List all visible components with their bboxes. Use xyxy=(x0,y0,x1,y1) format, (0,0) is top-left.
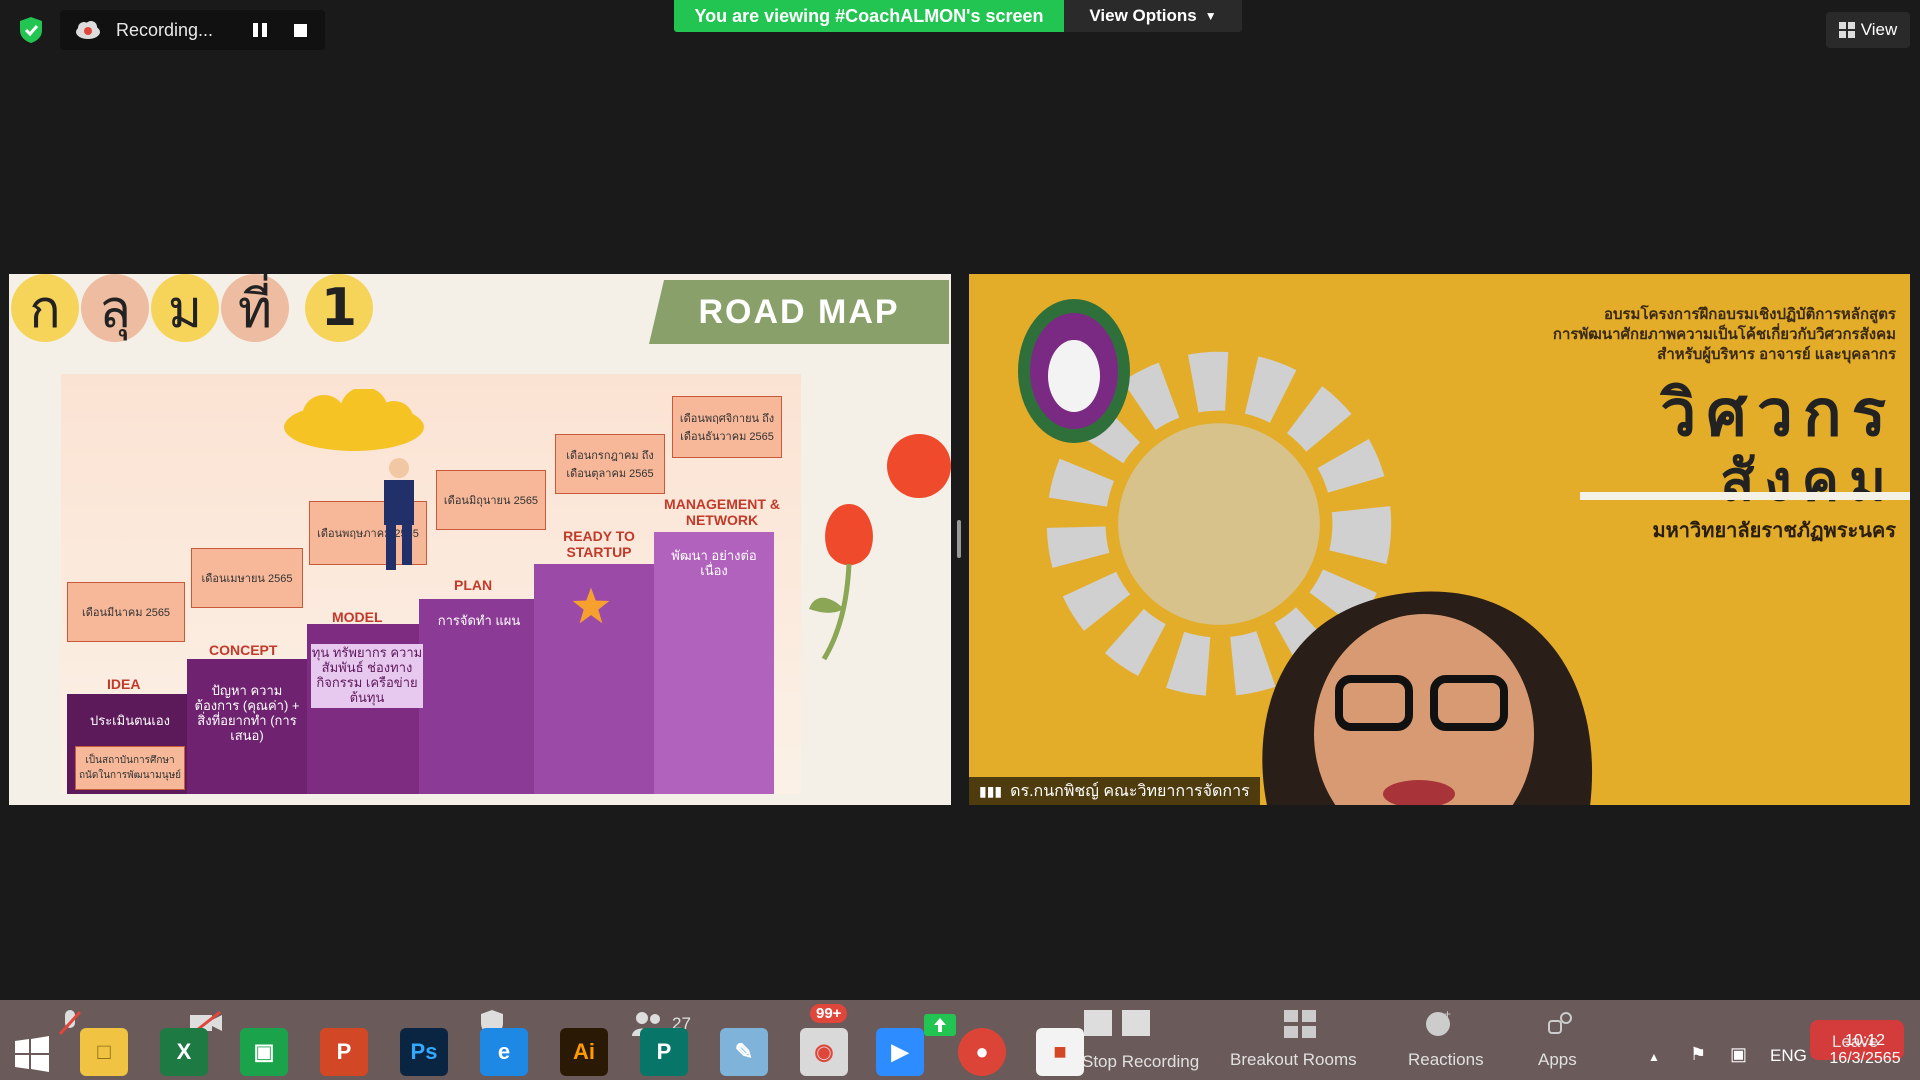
star-icon xyxy=(572,587,610,624)
view-layout-button[interactable]: View xyxy=(1826,12,1910,48)
title-char-4: ที่ xyxy=(221,274,289,342)
excel-icon[interactable]: X xyxy=(160,1028,208,1076)
stage-label-ready: READY TO STARTUP xyxy=(563,528,635,560)
system-clock[interactable]: 10:12 16/3/2565 xyxy=(1810,1020,1920,1080)
security-shield-icon[interactable] xyxy=(18,16,44,44)
clock-date: 16/3/2565 xyxy=(1829,1050,1901,1067)
store-icon[interactable]: ▣ xyxy=(240,1028,288,1076)
internet-explorer-icon[interactable]: e xyxy=(480,1028,528,1076)
program-title-line2: สังคม xyxy=(1720,449,1896,512)
view-label: View xyxy=(1860,20,1898,39)
slides-app-icon[interactable]: ■ xyxy=(1036,1028,1084,1076)
date-box-5: เดือนกรกฎาคม ถึง เดือนตุลาคม 2565 xyxy=(555,434,665,494)
stage-label-idea: IDEA xyxy=(107,676,141,692)
university-name: มหาวิทยาลัยราชภัฏพระนคร xyxy=(1652,520,1896,542)
panel-resize-handle[interactable] xyxy=(957,520,961,558)
stage-text-concept: ปัญหา ความต้องการ (คุณค่า) + สิ่งที่อยาก… xyxy=(194,683,300,743)
participant-name-bar: ▮▮▮ ดร.กนกพิชญ์ คณะวิทยาการจัดการ xyxy=(969,777,1260,805)
network-icon[interactable]: ▣ xyxy=(1730,1044,1747,1065)
stop-recording-icon-button[interactable] xyxy=(294,24,307,37)
recording-indicator: Recording... xyxy=(60,10,325,50)
title-char-1: ก xyxy=(11,274,79,342)
cloud-recording-icon xyxy=(76,21,100,39)
pause-recording-button[interactable] xyxy=(250,20,270,40)
powerpoint-icon[interactable]: P xyxy=(320,1028,368,1076)
viewing-screen-banner: You are viewing #CoachALMON's screen xyxy=(674,0,1064,32)
shared-screen-slide: ก ลุ ม ที่ 1 ROAD MAP เดือนมีนาคม 2565 เ… xyxy=(9,274,951,805)
language-indicator[interactable]: ENG xyxy=(1770,1046,1807,1066)
illustrator-icon[interactable]: Ai xyxy=(560,1028,608,1076)
photoscape-icon[interactable]: ◉ xyxy=(800,1028,848,1076)
idea-sub-box: เป็นสถาบันการศึกษา ถนัดในการพัฒนามนุษย์ xyxy=(75,746,185,790)
stage-text-management: พัฒนา อย่างต่อเนื่อง xyxy=(671,548,757,578)
signal-strength-icon: ▮▮▮ xyxy=(979,782,1003,799)
participant-video-panel: อบรมโครงการฝึกอบรมเชิงปฏิบัติการหลักสูตร… xyxy=(969,274,1910,805)
photoshop-icon[interactable]: Ps xyxy=(400,1028,448,1076)
cloud-icon xyxy=(284,389,424,451)
clock-time: 10:12 xyxy=(1844,1032,1886,1049)
view-options-button[interactable]: View Options ▼ xyxy=(1064,0,1242,32)
windows-start-icon[interactable] xyxy=(14,1036,50,1072)
title-underline xyxy=(1580,492,1910,500)
publisher-icon[interactable]: P xyxy=(640,1028,688,1076)
title-char-2: ลุ xyxy=(81,274,149,342)
date-box-2: เดือนเมษายน 2565 xyxy=(191,548,303,608)
stage-text-model: ทุน ทรัพยากร ความสัมพันธ์ ช่องทาง กิจกรร… xyxy=(311,644,423,708)
zoom-icon[interactable]: ▶ xyxy=(876,1028,924,1076)
stage-label-concept: CONCEPT xyxy=(209,642,278,658)
stage-text-idea: ประเมินตนเอง xyxy=(89,713,171,728)
businessman-illustration xyxy=(384,458,414,570)
svg-text:+: + xyxy=(1444,1008,1451,1021)
date-box-1: เดือนมีนาคม 2565 xyxy=(67,582,185,642)
view-options-label: View Options xyxy=(1089,6,1197,25)
stage-label-plan: PLAN xyxy=(454,577,493,593)
file-explorer-icon[interactable]: □ xyxy=(80,1028,128,1076)
grid-icon xyxy=(1838,22,1855,38)
chrome-icon[interactable]: ● xyxy=(958,1028,1006,1076)
chevron-down-icon: ▼ xyxy=(1204,9,1217,23)
university-logo-icon xyxy=(1018,299,1130,443)
road-map-banner: ROAD MAP xyxy=(649,280,949,344)
date-box-6: เดือนพฤศจิกายน ถึง เดือนธันวาคม 2565 xyxy=(672,396,782,458)
recording-label: Recording... xyxy=(116,19,214,40)
action-center-flag-icon[interactable]: ⚑ xyxy=(1690,1044,1706,1065)
title-char-3: ม xyxy=(151,274,219,342)
stage-label-model: MODEL xyxy=(332,609,383,625)
participant-name: ดร.กนกพิชญ์ คณะวิทยาการจัดการ xyxy=(1010,782,1250,800)
date-box-4: เดือนมิถุนายน 2565 xyxy=(436,470,546,530)
stage-text-plan: การจัดทำ แผน xyxy=(437,613,521,628)
chat-unread-badge: 99+ xyxy=(810,1004,848,1023)
red-dot xyxy=(887,434,951,498)
title-char-5: 1 xyxy=(305,274,373,342)
stage-label-management: MANAGEMENT & NETWORK xyxy=(664,496,780,528)
tray-expand-icon[interactable]: ▲ xyxy=(1648,1050,1660,1064)
presenter-video xyxy=(1262,591,1593,805)
notepad-icon[interactable]: ✎ xyxy=(720,1028,768,1076)
tulip-flower-illustration xyxy=(809,504,873,661)
